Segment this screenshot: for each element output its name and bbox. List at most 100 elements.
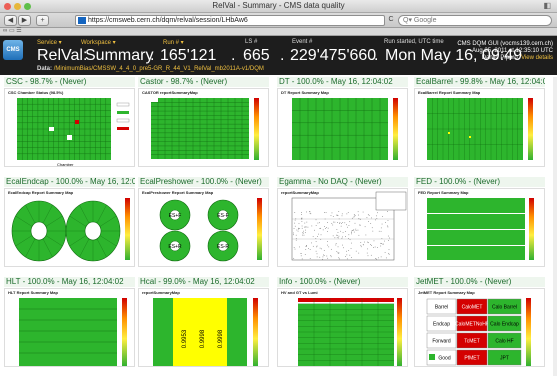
jetmet-cell: PfMET <box>464 356 479 362</box>
user-name: Danilo Piparo, <box>481 55 520 61</box>
egamma-map[interactable]: reportSummaryMap <box>277 188 408 267</box>
es-disc-label: ES-R <box>217 244 229 250</box>
panel-jetmet[interactable]: JetMET - 100.0% - (Never) JetMET Report … <box>414 277 545 376</box>
plot-title: DT Report Summary Map <box>281 90 329 95</box>
title-bar: RelVal - Summary - CMS data quality ◧ <box>0 0 557 13</box>
cms-logo-icon: CMS <box>3 40 23 60</box>
jetmet-cell: CaloMETNoHF <box>455 322 489 328</box>
window-title: RelVal - Summary - CMS data quality <box>212 1 345 10</box>
address-bar[interactable]: https://cmsweb.cern.ch/dqm/relval/sessio… <box>75 15 385 26</box>
jetmet-cell: Calo Barrel <box>492 305 517 311</box>
ls-value[interactable]: 665 <box>243 47 270 65</box>
jetmet-cell: TcMET <box>464 339 480 345</box>
event-value: 229'475'660 <box>290 47 377 64</box>
jetmet-cell: Forward <box>432 339 451 345</box>
hcal-map[interactable]: reportSummaryMap 0.9953 0.9998 0.9998 <box>138 288 269 367</box>
panel-title[interactable]: HLT - 100.0% - May 16, 12:04:02 <box>4 277 135 287</box>
panel-title[interactable]: Castor - 98.7% - (Never) <box>138 77 269 87</box>
dataset-line: Data: /MinimumBias/CMSSW_4_4_0_pre5-GR_R… <box>37 66 264 72</box>
ecalpreshower-map[interactable]: EcalPreshower Report Summary Map ES+F ES-… <box>138 188 269 267</box>
jetmet-cell: Endcap <box>433 322 450 328</box>
service-value: RelVal: <box>37 47 88 64</box>
hcal-value-label: 0.9998 <box>218 329 224 348</box>
jetmet-cell: Calo HF <box>495 339 513 345</box>
plot-title: HV and GT vs Lumi <box>281 290 318 295</box>
dt-map[interactable]: DT Report Summary Map <box>277 88 408 167</box>
dqm-header: CMS Service ▾ RelVal: Workspace ▾ Summar… <box>0 36 557 75</box>
fed-map[interactable]: FED Report Summary Map <box>414 188 545 267</box>
service-menu[interactable]: Service ▾ <box>37 39 62 46</box>
hcal-value-label: 0.9998 <box>200 329 206 348</box>
es-disc-label: ES+F <box>169 213 182 219</box>
panel-hlt[interactable]: HLT - 100.0% - May 16, 12:04:02 HLT Repo… <box>4 277 135 376</box>
plot-title: CSC Chamber Status (98.5%) <box>8 90 64 95</box>
jetmet-cell: CaloMET <box>462 305 483 311</box>
ls-label: LS # <box>245 39 258 45</box>
panel-csc[interactable]: CSC - 98.7% - (Never) CSC Chamber Status… <box>4 77 135 175</box>
gui-info: CMS DQM GUI (vocms139.cern.ch) Aug 25, 2… <box>457 41 553 62</box>
search-input[interactable]: Q▾ Google <box>398 15 552 26</box>
panel-dt[interactable]: DT - 100.0% - May 16, 12:04:02 DT Report… <box>277 77 408 175</box>
search-placeholder: Google <box>413 17 437 24</box>
plot-title: EcalEndcap Report Summary Map <box>8 190 74 195</box>
panel-title[interactable]: Egamma - No DAQ - (Never) <box>277 177 408 187</box>
plot-title: reportSummaryMap <box>142 290 180 295</box>
es-disc-label: ES+R <box>168 244 182 250</box>
gui-host: CMS DQM GUI (vocms139.cern.ch) <box>457 41 553 47</box>
panel-fed[interactable]: FED - 100.0% - (Never) FED Report Summar… <box>414 177 545 275</box>
plot-title: JetMET Report Summary Map <box>418 290 475 295</box>
plot-title: reportSummaryMap <box>281 190 319 195</box>
reader-icon[interactable]: ∞ ▭ ☰ <box>3 28 22 34</box>
panel-hcal[interactable]: Hcal - 99.0% - May 16, 12:04:02 reportSu… <box>138 277 269 376</box>
ecalbarrel-map[interactable]: EcalBarrel Report Summary Map <box>414 88 545 167</box>
panel-title[interactable]: JetMET - 100.0% - (Never) <box>414 277 545 287</box>
es-disc-label: ES-F <box>217 213 228 219</box>
panel-title[interactable]: Hcal - 99.0% - May 16, 12:04:02 <box>138 277 269 287</box>
panel-ecalpreshower[interactable]: EcalPreshower - 100.0% - (Never) EcalPre… <box>138 177 269 275</box>
workspace-value[interactable]: Summary <box>85 47 153 65</box>
csc-status-map[interactable]: CSC Chamber Status (98.5%) Chamber <box>4 88 135 167</box>
event-label: Event # <box>292 39 313 45</box>
panel-ecalendcap[interactable]: EcalEndcap - 100.0% - May 16, 12:04:02 E… <box>4 177 135 275</box>
bookmarks-bar: ∞ ▭ ☰ <box>0 28 557 36</box>
run-menu[interactable]: Run # ▾ <box>163 39 184 46</box>
panel-title[interactable]: EcalPreshower - 100.0% - (Never) <box>138 177 269 187</box>
plot-title: EcalPreshower Report Summary Map <box>142 190 214 195</box>
vertical-scrollbar[interactable] <box>553 77 557 376</box>
forward-button[interactable]: ▶ <box>18 15 31 26</box>
panel-info[interactable]: Info - 100.0% - (Never) HV and GT vs Lum… <box>277 277 408 376</box>
panel-title[interactable]: EcalEndcap - 100.0% - May 16, 12:04:02 <box>4 177 135 187</box>
jetmet-cell: Good <box>438 356 450 362</box>
panel-title[interactable]: EcalBarrel - 99.8% - May 16, 12:04:02 <box>414 77 545 87</box>
panel-title[interactable]: Info - 100.0% - (Never) <box>277 277 408 287</box>
castor-map[interactable]: CASTOR reportSummaryMap <box>138 88 269 167</box>
browser-window: RelVal - Summary - CMS data quality ◧ ◀ … <box>0 0 557 376</box>
jetmet-map[interactable]: JetMET Report Summary Map Barrel CaloMET C… <box>414 288 545 367</box>
run-value[interactable]: 165'121 <box>160 47 216 65</box>
plot-title: HLT Report Summary Map <box>8 290 58 295</box>
ecalendcap-map[interactable]: EcalEndcap Report Summary Map <box>4 188 135 267</box>
jetmet-cell: Calo Endcap <box>490 322 519 328</box>
dataset-label: Data: <box>37 66 53 72</box>
plot-title: CASTOR reportSummaryMap <box>142 90 198 95</box>
panel-castor[interactable]: Castor - 98.7% - (Never) CASTOR reportSu… <box>138 77 269 175</box>
csc-map-svg: Chamber <box>17 98 130 166</box>
back-button[interactable]: ◀ <box>4 15 17 26</box>
reload-button[interactable]: C <box>386 15 396 26</box>
jetmet-cell: Barrel <box>435 305 448 311</box>
panel-ecalbarrel[interactable]: EcalBarrel - 99.8% - May 16, 12:04:02 Ec… <box>414 77 545 175</box>
plot-title: FED Report Summary Map <box>418 190 469 195</box>
panel-egamma[interactable]: Egamma - No DAQ - (Never) reportSummaryM… <box>277 177 408 275</box>
panel-title[interactable]: FED - 100.0% - (Never) <box>414 177 545 187</box>
info-map[interactable]: HV and GT vs Lumi <box>277 288 408 367</box>
window-button[interactable]: ◧ <box>543 1 551 10</box>
add-bookmark-button[interactable]: + <box>36 15 49 26</box>
hlt-map[interactable]: HLT Report Summary Map <box>4 288 135 367</box>
hcal-value-label: 0.9953 <box>182 329 188 348</box>
view-details-link[interactable]: View details <box>521 55 553 61</box>
dataset-value[interactable]: /MinimumBias/CMSSW_4_4_0_pre5-GR_R_44_V1… <box>54 66 264 72</box>
panel-title[interactable]: DT - 100.0% - May 16, 12:04:02 <box>277 77 408 87</box>
plot-title: EcalBarrel Report Summary Map <box>418 90 481 95</box>
panel-title[interactable]: CSC - 98.7% - (Never) <box>4 77 135 87</box>
workspace-menu[interactable]: Workspace ▾ <box>81 39 116 46</box>
